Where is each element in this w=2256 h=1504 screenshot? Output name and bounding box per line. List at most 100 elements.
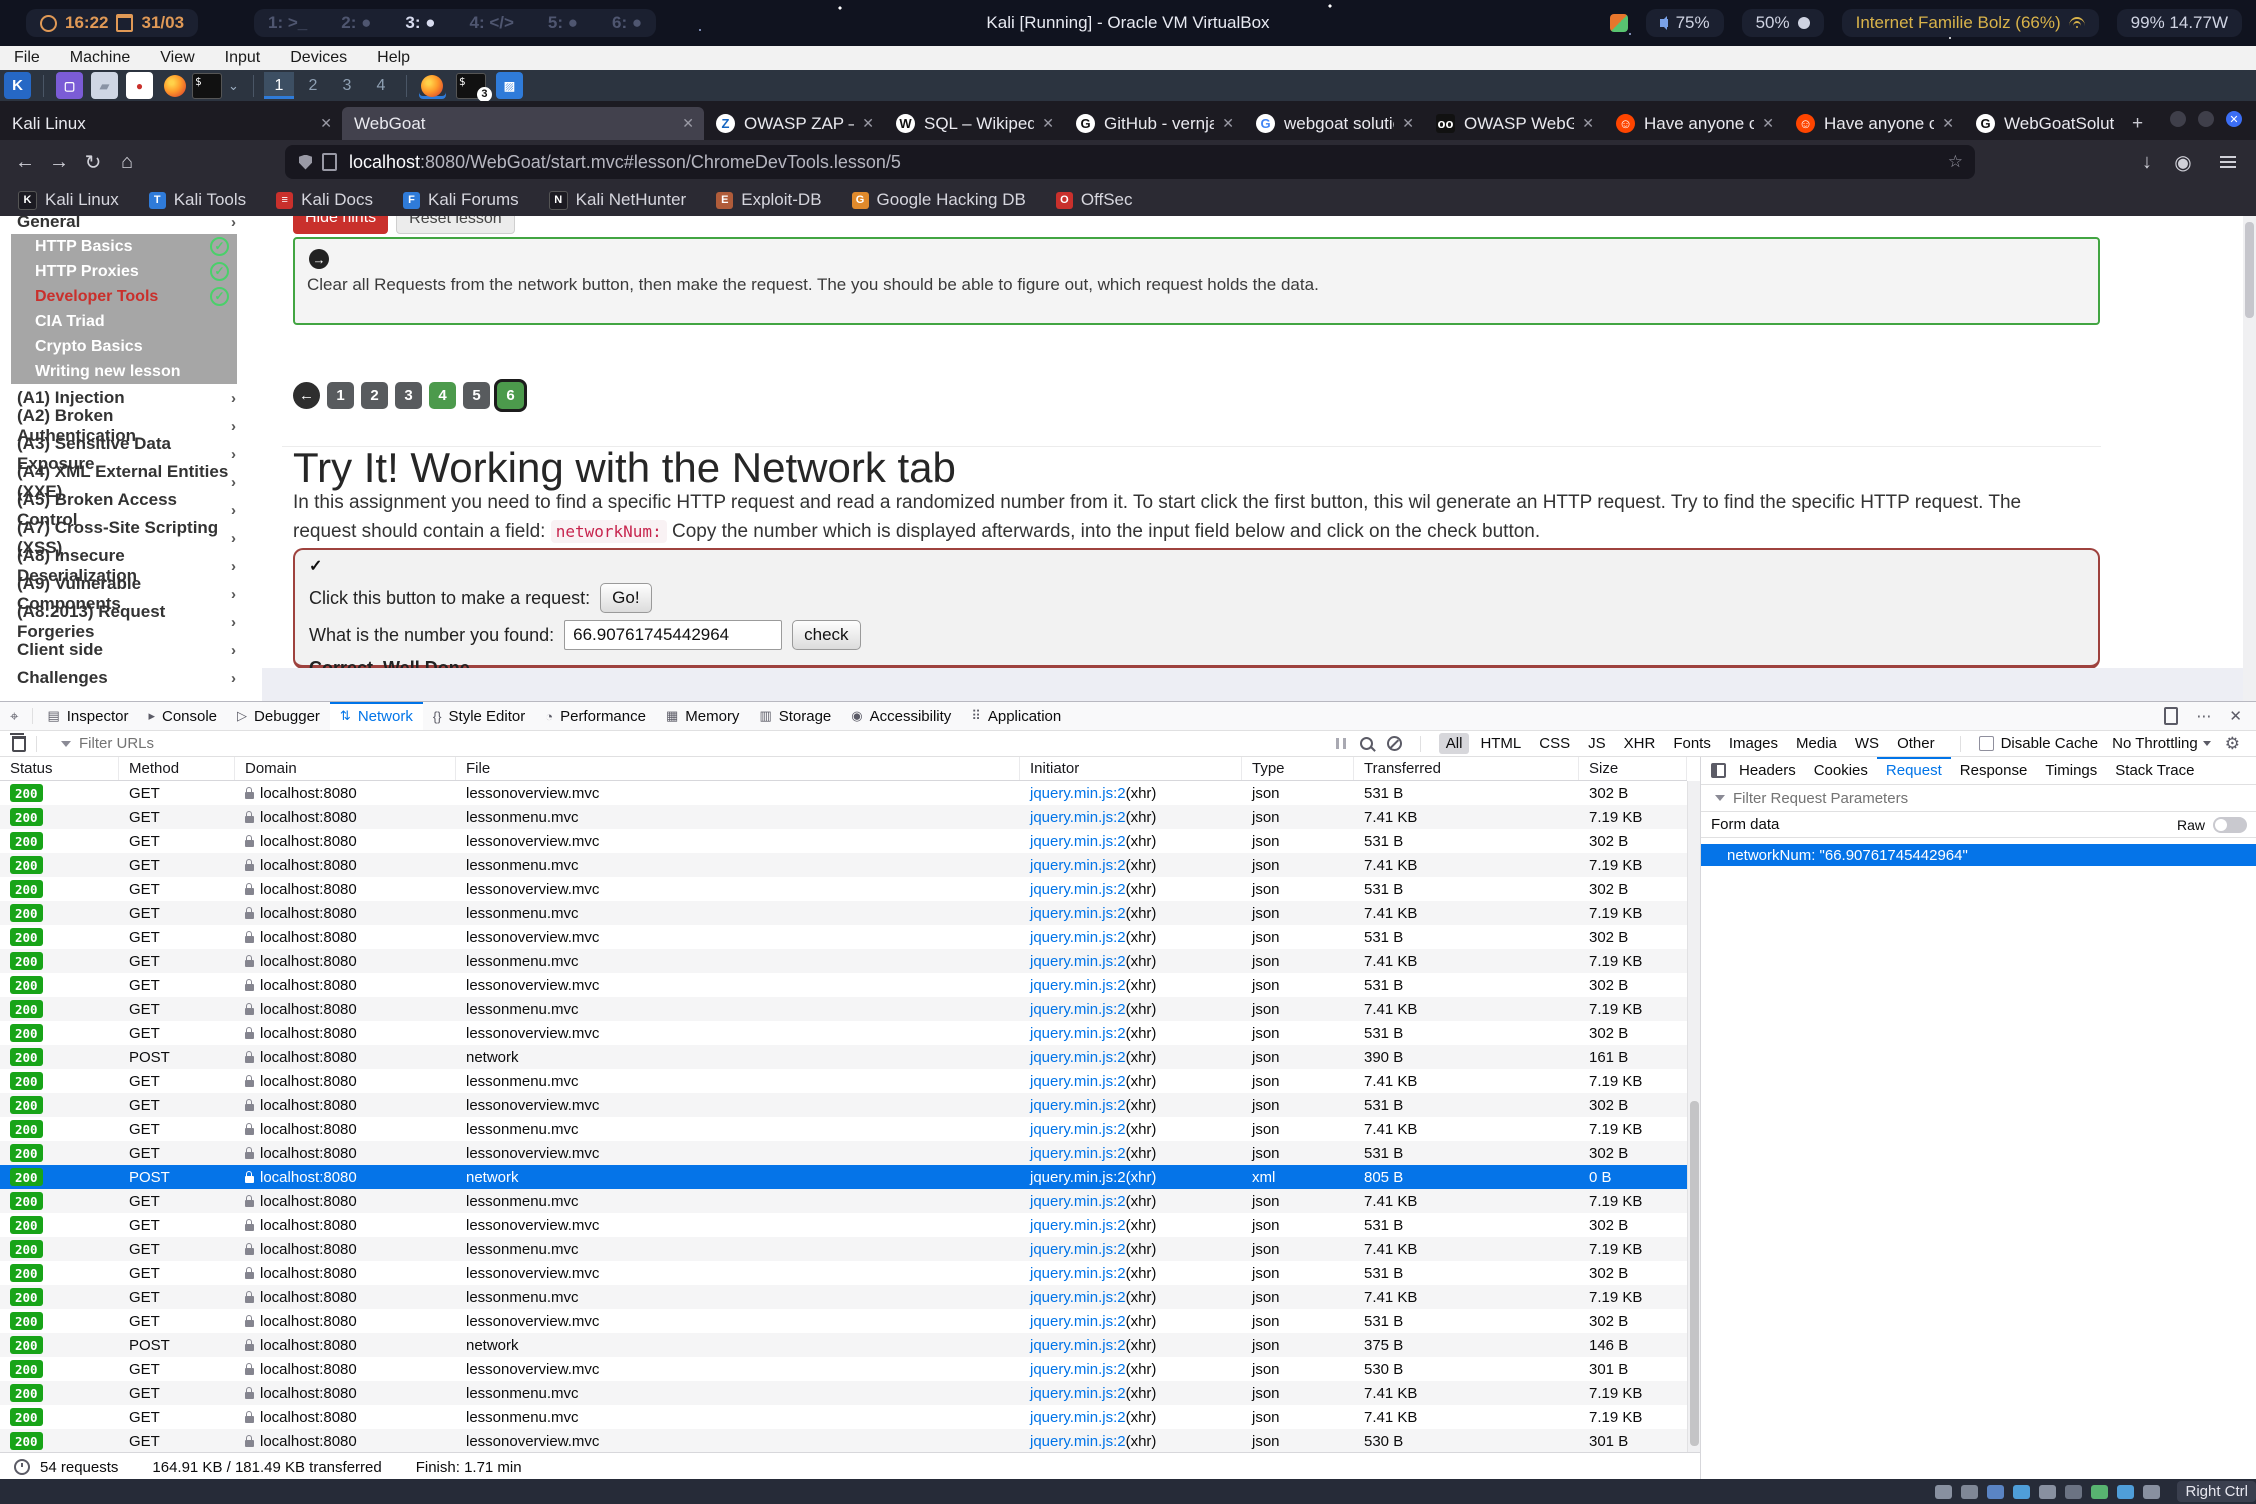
- page-scrollbar[interactable]: [2243, 216, 2256, 701]
- bookmark-item[interactable]: EExploit-DB: [716, 190, 821, 210]
- initiator-link[interactable]: jquery.min.js:2: [1030, 1001, 1126, 1018]
- form-data-param-row[interactable]: networkNum: "66.90761745442964": [1701, 844, 2256, 866]
- bookmark-item[interactable]: KKali Linux: [18, 190, 119, 210]
- column-header-method[interactable]: Method: [119, 757, 235, 780]
- file-manager-icon[interactable]: ▰: [91, 72, 118, 99]
- go-button[interactable]: Go!: [600, 583, 651, 613]
- lesson-page-button-2[interactable]: 2: [361, 382, 388, 409]
- devtools-close-icon[interactable]: ✕: [2229, 707, 2242, 725]
- initiator-link[interactable]: jquery.min.js:2: [1030, 1025, 1126, 1042]
- firefox-launcher-icon[interactable]: [161, 72, 188, 99]
- bookmark-item[interactable]: GGoogle Hacking DB: [852, 190, 1026, 210]
- network-request-row[interactable]: 200GETlocalhost:8080lessonmenu.mvcjquery…: [0, 1285, 1687, 1309]
- back-button[interactable]: ←: [8, 151, 42, 174]
- tab-close-icon[interactable]: ✕: [1042, 115, 1054, 132]
- lesson-page-button-6[interactable]: 6: [497, 382, 524, 409]
- vm-menu-devices[interactable]: Devices: [290, 49, 347, 67]
- initiator-link[interactable]: jquery.min.js:2: [1030, 1193, 1126, 1210]
- type-filter-images[interactable]: Images: [1722, 733, 1785, 754]
- close-button[interactable]: ✕: [2226, 111, 2242, 127]
- minimize-button[interactable]: [2170, 111, 2186, 127]
- account-icon[interactable]: ◉: [2166, 150, 2200, 175]
- browser-tab[interactable]: Kali Linux✕: [0, 107, 342, 140]
- devtools-tab-network[interactable]: ⇅Network: [330, 702, 423, 730]
- initiator-link[interactable]: jquery.min.js:2: [1030, 881, 1126, 898]
- tab-close-icon[interactable]: ✕: [1222, 115, 1234, 132]
- network-request-row[interactable]: 200GETlocalhost:8080lessonoverview.mvcjq…: [0, 877, 1687, 901]
- initiator-link[interactable]: jquery.min.js:2: [1030, 1145, 1126, 1162]
- browser-tab[interactable]: WSQL – Wikipedia✕: [884, 107, 1064, 140]
- initiator-link[interactable]: jquery.min.js:2: [1030, 1265, 1126, 1282]
- initiator-link[interactable]: jquery.min.js:2: [1030, 953, 1126, 970]
- taskbar-workspace-2[interactable]: 2: [298, 72, 328, 99]
- power-widget[interactable]: 99% 14.77W: [2117, 9, 2242, 37]
- block-icon[interactable]: [1387, 736, 1402, 751]
- sidebar-lesson-item[interactable]: HTTP Basics✓: [11, 234, 237, 259]
- sidebar-item-general[interactable]: General ›: [0, 216, 262, 234]
- initiator-link[interactable]: jquery.min.js:2: [1030, 1097, 1126, 1114]
- devtools-tab-console[interactable]: ▸Console: [138, 702, 227, 730]
- column-header-size[interactable]: Size: [1579, 757, 1687, 780]
- network-request-row[interactable]: 200GETlocalhost:8080lessonoverview.mvcjq…: [0, 781, 1687, 805]
- browser-tab[interactable]: GWebGoatSolutions/S✕: [1964, 107, 2120, 140]
- initiator-link[interactable]: jquery.min.js:2: [1030, 785, 1126, 802]
- lesson-page-button-3[interactable]: 3: [395, 382, 422, 409]
- display-brightness-widget[interactable]: 50%: [1742, 9, 1824, 37]
- check-button[interactable]: check: [792, 620, 860, 650]
- bookmark-item[interactable]: TKali Tools: [149, 190, 246, 210]
- page-back-button[interactable]: ←: [293, 382, 320, 409]
- network-request-row[interactable]: 200GETlocalhost:8080lessonoverview.mvcjq…: [0, 925, 1687, 949]
- menu-icon[interactable]: [2220, 153, 2236, 171]
- tab-close-icon[interactable]: ✕: [1402, 115, 1414, 132]
- meatball-menu-icon[interactable]: ⋯: [2196, 707, 2211, 725]
- virtualbox-dock-icon[interactable]: [1610, 14, 1628, 32]
- request-list-scrollbar-thumb[interactable]: [1690, 1101, 1699, 1446]
- search-icon[interactable]: [1360, 737, 1373, 750]
- browser-tab[interactable]: GGitHub - vernjan/we✕: [1064, 107, 1244, 140]
- network-request-row[interactable]: 200GETlocalhost:8080lessonoverview.mvcjq…: [0, 1093, 1687, 1117]
- initiator-link[interactable]: jquery.min.js:2: [1030, 929, 1126, 946]
- initiator-link[interactable]: jquery.min.js:2: [1030, 809, 1126, 826]
- details-tab-response[interactable]: Response: [1951, 757, 2037, 784]
- maximize-button[interactable]: [2198, 111, 2214, 127]
- sidebar-lesson-item[interactable]: HTTP Proxies✓: [11, 259, 237, 284]
- details-tab-headers[interactable]: Headers: [1730, 757, 1805, 784]
- sidebar-lesson-item[interactable]: Writing new lesson: [11, 359, 237, 384]
- disable-cache-control[interactable]: Disable Cache: [1979, 735, 2099, 752]
- network-request-row[interactable]: 200GETlocalhost:8080lessonoverview.mvcjq…: [0, 1141, 1687, 1165]
- type-filter-all[interactable]: All: [1439, 733, 1470, 754]
- lesson-page-button-5[interactable]: 5: [463, 382, 490, 409]
- network-request-row[interactable]: 200GETlocalhost:8080lessonmenu.mvcjquery…: [0, 1405, 1687, 1429]
- tracking-protection-shield-icon[interactable]: [299, 155, 312, 170]
- initiator-link[interactable]: jquery.min.js:2: [1030, 905, 1126, 922]
- app-window-icon[interactable]: ▢: [56, 72, 83, 99]
- downloads-icon[interactable]: ↓: [2130, 151, 2164, 174]
- details-tab-timings[interactable]: Timings: [2036, 757, 2106, 784]
- network-request-row[interactable]: 200GETlocalhost:8080lessonmenu.mvcjquery…: [0, 1237, 1687, 1261]
- initiator-link[interactable]: jquery.min.js:2: [1030, 1385, 1126, 1402]
- bookmark-item[interactable]: ≡Kali Docs: [276, 190, 373, 210]
- sidebar-lesson-item[interactable]: Developer Tools✓: [11, 284, 237, 309]
- terminal-launcher-icon[interactable]: $: [192, 73, 222, 99]
- request-list-scrollbar[interactable]: [1687, 781, 1701, 1452]
- vm-menu-input[interactable]: Input: [225, 49, 261, 67]
- bookmark-item[interactable]: FKali Forums: [403, 190, 519, 210]
- network-request-row[interactable]: 200GETlocalhost:8080lessonmenu.mvcjquery…: [0, 901, 1687, 925]
- reset-lesson-button[interactable]: Reset lesson: [396, 216, 515, 234]
- browser-tab[interactable]: ooOWASP WebGoat: G✕: [1424, 107, 1604, 140]
- gear-icon[interactable]: ⚙: [2225, 734, 2240, 754]
- type-filter-other[interactable]: Other: [1890, 733, 1942, 754]
- tab-close-icon[interactable]: ✕: [320, 115, 332, 132]
- wifi-widget[interactable]: Internet Familie Bolz (66%): [1842, 9, 2099, 37]
- network-request-row[interactable]: 200POSTlocalhost:8080networkjquery.min.j…: [0, 1333, 1687, 1357]
- column-header-initiator[interactable]: Initiator: [1020, 757, 1242, 780]
- network-request-row[interactable]: 200GETlocalhost:8080lessonoverview.mvcjq…: [0, 829, 1687, 853]
- type-filter-css[interactable]: CSS: [1532, 733, 1577, 754]
- network-request-row[interactable]: 200POSTlocalhost:8080networkjquery.min.j…: [0, 1165, 1687, 1189]
- network-request-row[interactable]: 200GETlocalhost:8080lessonoverview.mvcjq…: [0, 1021, 1687, 1045]
- text-editor-icon[interactable]: ●: [126, 72, 153, 99]
- column-header-status[interactable]: Status: [0, 757, 119, 780]
- tab-close-icon[interactable]: ✕: [1582, 115, 1594, 132]
- network-request-row[interactable]: 200GETlocalhost:8080lessonmenu.mvcjquery…: [0, 805, 1687, 829]
- throttling-select[interactable]: No Throttling: [2112, 735, 2211, 752]
